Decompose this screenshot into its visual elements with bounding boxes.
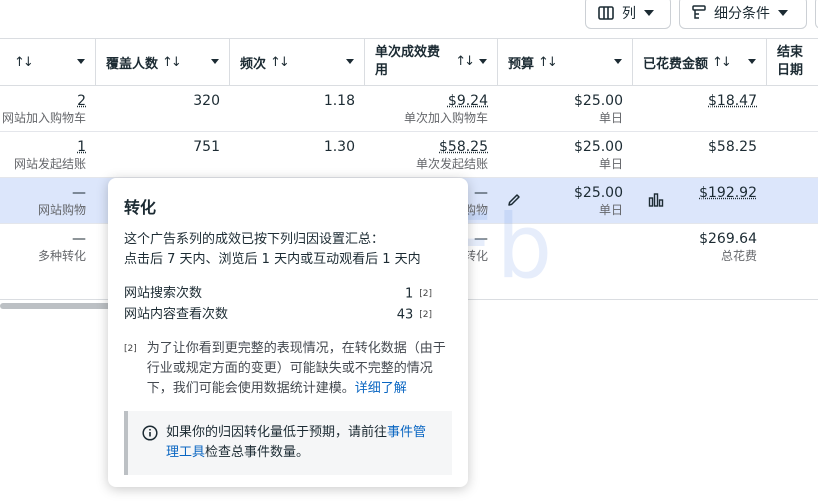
breakdown-icon [692,5,706,21]
header-frequency[interactable]: 频次 ↑↓ [230,39,365,85]
columns-icon [598,6,614,20]
cost-type: 单次加入购物车 [365,110,488,126]
columns-button[interactable]: 列 [585,0,671,29]
budget-type: 单日 [498,156,623,172]
chevron-down-icon [748,59,756,64]
header-label: 频次 [240,53,266,72]
results-type: 网站发起结账 [0,156,86,172]
tooltip-title: 转化 [124,194,452,218]
header-end-date[interactable]: 结束日期 [767,39,818,85]
callout-text-before: 如果你的归因转化量低于预期，请前往 [166,425,387,440]
chevron-down-icon [77,59,85,64]
spent-value: $58.25 [633,138,757,156]
tooltip-footnote: [2] 为了让你看到更完整的表现情况，在转化数据（由于行业或规定方面的变更）可能… [124,339,452,399]
results-value[interactable]: 1 [0,138,86,156]
header-budget[interactable]: 预算 ↑↓ [498,39,633,85]
spent-type: 总花费 [633,248,757,264]
horizontal-scrollbar[interactable] [0,303,115,309]
spent-value[interactable]: $18.47 [633,92,757,110]
info-icon [142,425,158,441]
results-value: — [0,230,86,248]
sort-icon: ↑↓ [712,55,730,70]
reach-value: 751 [96,138,220,156]
metric-label: 网站内容查看次数 [124,305,228,326]
results-value: — [0,184,86,202]
spent-value: $269.64 [633,230,757,248]
conversion-tooltip: 转化 这个广告系列的成效已按下列归因设置汇总： 点击后 7 天内、浏览后 1 天… [108,178,468,487]
chevron-down-icon [211,59,219,64]
metric-label: 网站搜索次数 [124,284,202,305]
cost-type: 单次发起结账 [365,156,488,172]
chevron-down-icon [778,10,788,16]
callout-text-after: 检查总事件数量。 [205,445,309,460]
budget-value: $25.00 [498,138,623,156]
chevron-down-icon [479,59,487,64]
frequency-value: 1.18 [230,92,355,110]
sort-icon: ↑↓ [455,53,473,71]
metric-value: 1 [405,287,413,302]
learn-more-link[interactable]: 详细了解 [355,381,407,396]
cost-value[interactable]: $58.25 [365,138,488,156]
metric-row: 网站内容查看次数 43 [2] [124,305,452,326]
header-reach[interactable]: 覆盖人数 ↑↓ [96,39,230,85]
tooltip-desc-line1: 这个广告系列的成效已按下列归因设置汇总： [124,230,452,250]
metric-value: 43 [397,307,414,322]
budget-type: 单日 [498,110,623,126]
reach-value: 320 [96,92,220,110]
results-type: 多种转化 [0,248,86,264]
cost-value[interactable]: $9.24 [365,92,488,110]
header-label: 结束日期 [777,44,814,80]
table-header: ↑↓ 覆盖人数 ↑↓ 频次 ↑↓ 单次成效费用 ↑↓ 预算 ↑↓ 已花费金额 ↑… [0,38,818,86]
header-amount-spent[interactable]: 已花费金额 ↑↓ [633,39,767,85]
metric-footnote: [2] [419,289,432,299]
sort-icon: ↑↓ [270,55,288,70]
breakdown-label: 细分条件 [714,3,770,23]
results-type: 网站购物 [0,202,86,218]
columns-label: 列 [622,3,636,23]
frequency-value: 1.30 [230,138,355,156]
toolbar: 列 细分条件 [0,0,818,38]
tooltip-description: 这个广告系列的成效已按下列归因设置汇总： 点击后 7 天内、浏览后 1 天内或互… [124,230,452,270]
header-label: 覆盖人数 [106,53,158,72]
metric-row: 网站搜索次数 1 [2] [124,284,452,305]
results-value[interactable]: 2 [0,92,86,110]
table-row[interactable]: 2 网站加入购物车 320 1.18 $9.24 单次加入购物车 $25.00 单日 … [0,86,818,132]
info-callout: 如果你的归因转化量低于预期，请前往事件管理工具检查总事件数量。 [124,411,452,475]
header-label: 已花费金额 [643,53,708,72]
sort-icon: ↑↓ [14,55,32,70]
header-label: 单次成效费用 [375,44,447,80]
chevron-down-icon [346,59,354,64]
footnote-marker: [2] [124,339,137,399]
chevron-down-icon [644,10,654,16]
sort-icon: ↑↓ [162,55,180,70]
header-cost-per-result[interactable]: 单次成效费用 ↑↓ [365,39,498,85]
bar-chart-icon[interactable] [648,192,664,208]
chevron-down-icon [614,59,622,64]
metric-footnote: [2] [419,310,432,320]
breakdown-button[interactable]: 细分条件 [679,0,807,29]
header-results[interactable]: ↑↓ [0,39,96,85]
results-type: 网站加入购物车 [0,110,86,126]
header-label: 预算 [508,53,534,72]
sort-icon: ↑↓ [538,55,556,70]
table-row[interactable]: 1 网站发起结账 751 1.30 $58.25 单次发起结账 $25.00 单日 $… [0,132,818,178]
pencil-icon[interactable] [506,192,522,208]
budget-value: $25.00 [498,92,623,110]
tooltip-desc-line2: 点击后 7 天内、浏览后 1 天内或互动观看后 1 天内 [124,250,452,270]
